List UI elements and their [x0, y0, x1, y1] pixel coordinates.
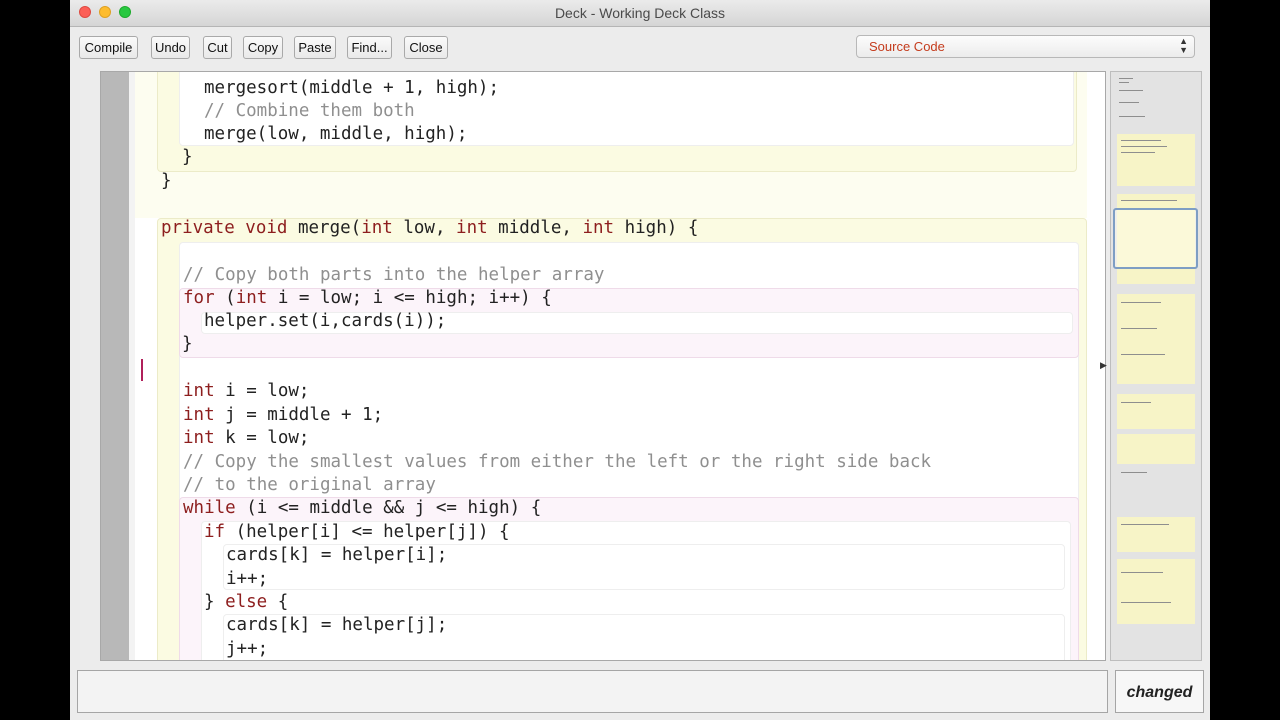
code-line[interactable]: cards[k] = helper[i]; — [226, 544, 447, 567]
text-caret — [141, 359, 143, 381]
minimap-scope — [1117, 394, 1195, 429]
minimap-line — [1121, 524, 1169, 525]
minimap-line — [1121, 152, 1155, 153]
view-select-value: Source Code — [869, 39, 945, 54]
code-line[interactable]: int j = middle + 1; — [183, 404, 383, 427]
code-line[interactable]: merge(low, middle, high); — [204, 123, 467, 146]
code-line-merge-signature[interactable]: private void merge(int low, int middle, … — [161, 217, 698, 240]
code-minimap[interactable] — [1110, 71, 1202, 661]
minimap-line — [1121, 200, 1177, 201]
minimap-line — [1121, 146, 1167, 147]
minimap-line — [1119, 116, 1145, 117]
code-line[interactable]: } — [182, 333, 193, 356]
code-line[interactable]: } — [182, 146, 193, 169]
minimap-line — [1121, 328, 1157, 329]
minimap-line — [1121, 472, 1147, 473]
compile-button[interactable]: Compile — [79, 36, 138, 59]
code-line-while[interactable]: while (i <= middle && j <= high) { — [183, 497, 541, 520]
view-select[interactable]: Source Code ▲ ▼ — [856, 35, 1195, 58]
code-line[interactable]: int i = low; — [183, 380, 309, 403]
class-scope-gap — [135, 194, 1087, 218]
minimap-line — [1121, 354, 1165, 355]
minimap-scope — [1117, 559, 1195, 624]
changed-status-indicator: changed — [1115, 670, 1204, 713]
code-line-if[interactable]: if (helper[i] <= helper[j]) { — [204, 521, 510, 544]
collapse-minimap-arrow-icon[interactable]: ▶ — [1100, 360, 1107, 371]
paste-button[interactable]: Paste — [294, 36, 336, 59]
minimap-line — [1119, 102, 1139, 103]
code-line[interactable]: helper.set(i,cards(i)); — [204, 310, 446, 333]
minimap-line — [1119, 82, 1129, 83]
code-comment[interactable]: // to the original array — [183, 474, 436, 497]
minimap-scope — [1117, 294, 1195, 384]
toolbar: Compile Undo Cut Copy Paste Find... Clos… — [70, 27, 1210, 69]
code-comment[interactable]: // Copy both parts into the helper array — [183, 264, 604, 287]
find-button[interactable]: Find... — [347, 36, 392, 59]
close-button[interactable]: Close — [404, 36, 448, 59]
code-editor[interactable]: mergesort(middle + 1, high); // Combine … — [100, 71, 1106, 661]
minimap-line — [1119, 90, 1143, 91]
copy-button[interactable]: Copy — [243, 36, 283, 59]
minimap-line — [1121, 140, 1161, 141]
line-number-gutter[interactable] — [101, 72, 129, 660]
minimap-line — [1121, 572, 1163, 573]
code-comment[interactable]: // Combine them both — [204, 100, 415, 123]
code-line[interactable]: i++; — [226, 568, 268, 591]
bluej-editor-window: Deck - Working Deck Class Compile Undo C… — [70, 0, 1210, 720]
code-line-for[interactable]: for (int i = low; i <= high; i++) { — [183, 287, 552, 310]
minimap-viewport[interactable] — [1113, 208, 1198, 269]
code-line-else[interactable]: } else { — [204, 591, 288, 614]
code-line[interactable]: int k = low; — [183, 427, 309, 450]
minimap-line — [1121, 402, 1151, 403]
status-message-area — [77, 670, 1108, 713]
code-line[interactable]: } — [161, 170, 172, 193]
minimap-line — [1121, 602, 1171, 603]
title-bar: Deck - Working Deck Class — [70, 0, 1210, 27]
code-line[interactable]: cards[k] = helper[j]; — [226, 614, 447, 637]
code-line[interactable]: mergesort(middle + 1, high); — [204, 77, 499, 100]
minimap-scope — [1117, 434, 1195, 464]
minimap-line — [1121, 302, 1161, 303]
cut-button[interactable]: Cut — [203, 36, 232, 59]
minimap-line — [1119, 78, 1133, 79]
minimap-scope — [1117, 134, 1195, 186]
select-arrows-icon: ▲ ▼ — [1179, 36, 1188, 55]
undo-button[interactable]: Undo — [151, 36, 190, 59]
minimap-scope — [1117, 517, 1195, 552]
code-line[interactable]: j++; — [226, 638, 268, 660]
window-title: Deck - Working Deck Class — [554, 5, 726, 21]
code-comment[interactable]: // Copy the smallest values from either … — [183, 451, 931, 474]
